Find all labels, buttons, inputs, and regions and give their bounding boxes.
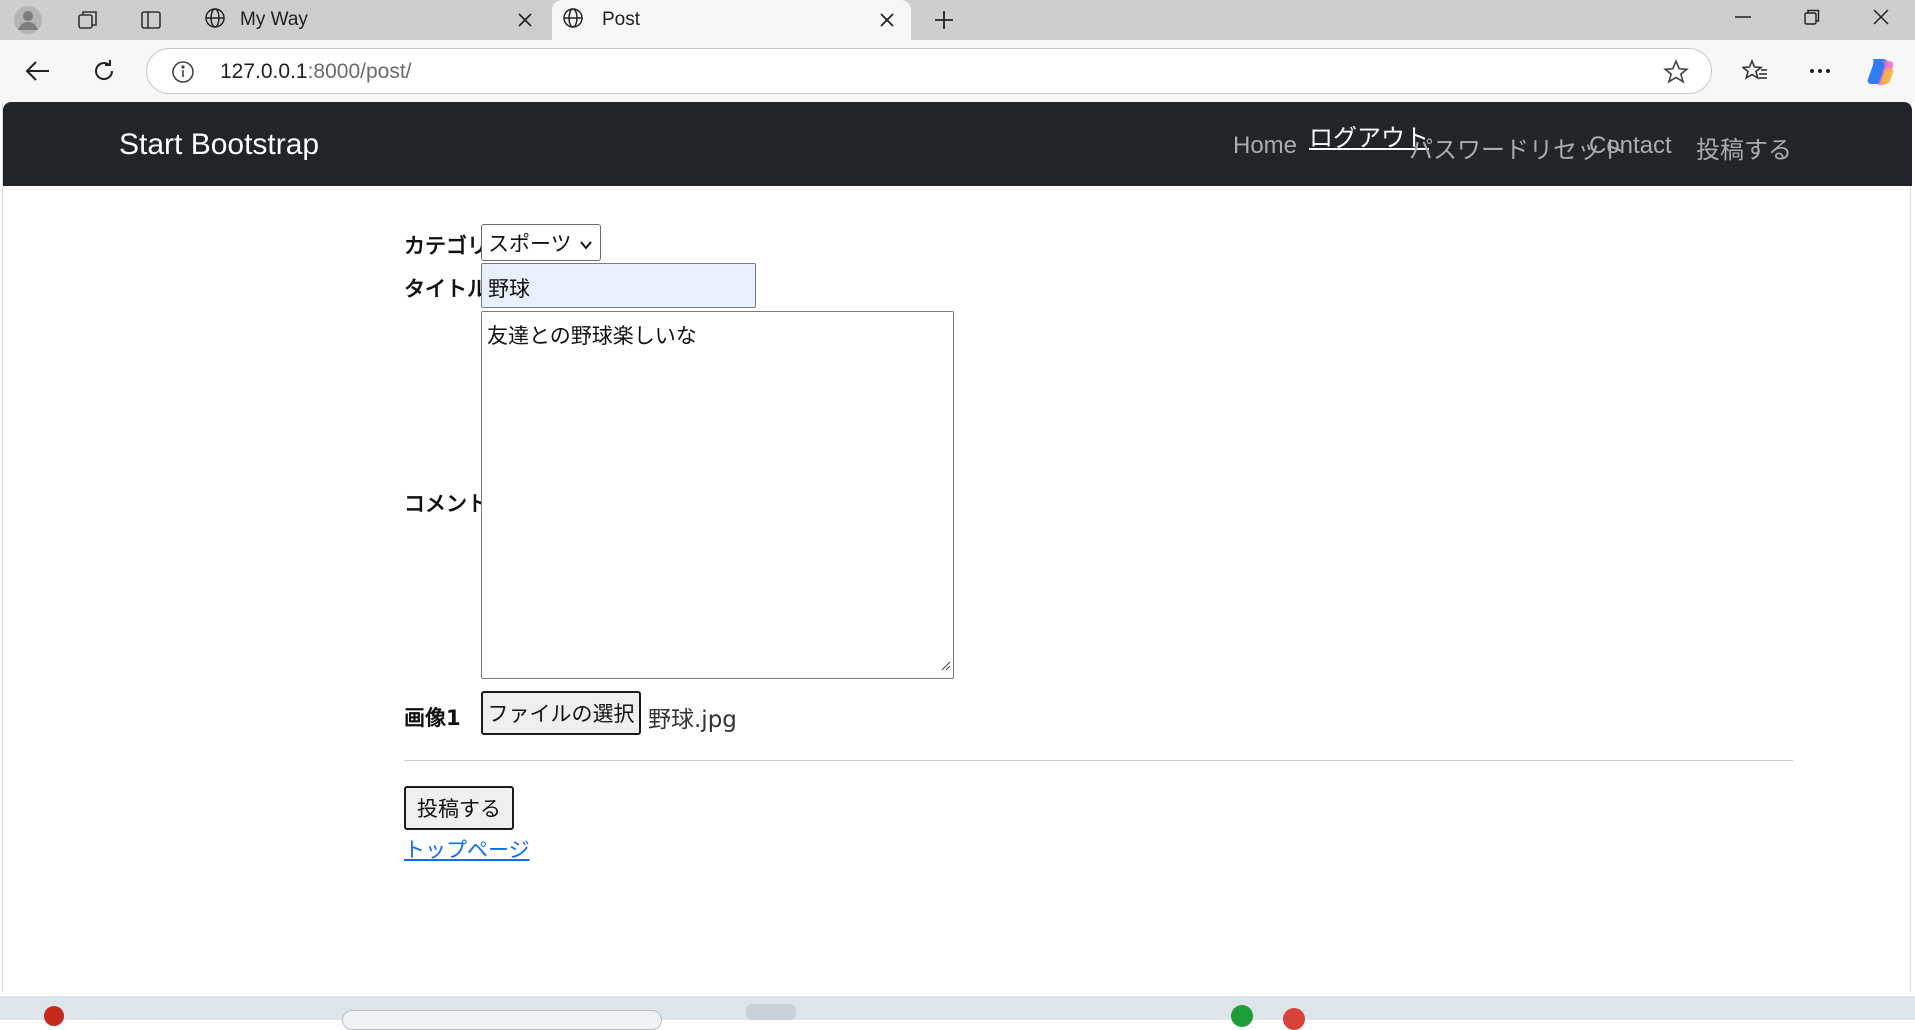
comment-text: 友達との野球楽しいな: [487, 324, 697, 348]
nav-contact[interactable]: Contact: [1589, 132, 1672, 160]
new-tab-icon[interactable]: [928, 4, 960, 36]
site-navbar: Start Bootstrap Home ログアウト パスワードリセット Con…: [3, 102, 1912, 186]
reload-icon[interactable]: [84, 51, 124, 91]
top-page-link[interactable]: トップページ: [404, 834, 530, 864]
os-taskbar: [0, 996, 1915, 1030]
more-menu-icon[interactable]: [1800, 51, 1840, 91]
browser-toolbar: 127.0.0.1:8000/post/: [0, 40, 1915, 102]
favorite-star-icon[interactable]: [1663, 59, 1689, 89]
taskbar-app-icon[interactable]: [1231, 1005, 1253, 1027]
tab-title: My Way: [240, 9, 308, 30]
category-select[interactable]: スポーツ: [481, 224, 601, 261]
chevron-down-icon: [578, 234, 594, 258]
tab-strip: My Way Post: [0, 0, 1915, 40]
title-label: タイトル: [404, 277, 488, 301]
comment-textarea[interactable]: 友達との野球楽しいな: [481, 311, 954, 679]
title-input[interactable]: 野球: [481, 263, 756, 308]
category-label: カテゴリ: [404, 234, 488, 258]
resize-handle-icon[interactable]: [939, 652, 951, 676]
vertical-tabs-icon[interactable]: [135, 4, 167, 36]
globe-icon: [562, 7, 584, 33]
page-viewport: Start Bootstrap Home ログアウト パスワードリセット Con…: [2, 102, 1912, 992]
restore-icon[interactable]: [1778, 0, 1846, 34]
selected-file-name: 野球.jpg: [648, 707, 737, 733]
site-brand[interactable]: Start Bootstrap: [119, 128, 319, 162]
choose-file-button[interactable]: ファイルの選択: [481, 691, 641, 735]
close-tab-icon[interactable]: [875, 8, 899, 32]
profile-avatar-icon[interactable]: [12, 4, 44, 36]
back-arrow-icon[interactable]: [18, 51, 58, 91]
comment-label: コメント: [404, 492, 488, 516]
tab-title: Post: [602, 9, 641, 30]
image-label: 画像1: [404, 706, 461, 730]
category-selected-value: スポーツ: [488, 231, 572, 256]
address-bar[interactable]: 127.0.0.1:8000/post/: [146, 48, 1712, 94]
favorites-icon[interactable]: [1735, 51, 1775, 91]
tab-my-way[interactable]: My Way: [192, 0, 549, 40]
copilot-icon[interactable]: [1861, 51, 1901, 91]
globe-icon: [204, 7, 226, 33]
taskbar-app-icon[interactable]: [1283, 1008, 1305, 1030]
minimize-icon[interactable]: [1709, 0, 1777, 34]
close-tab-icon[interactable]: [513, 8, 537, 32]
url-text: 127.0.0.1:8000/post/: [220, 60, 412, 83]
divider: [404, 760, 1793, 761]
tab-post[interactable]: Post: [552, 0, 911, 40]
notification-badge-icon[interactable]: [44, 1006, 64, 1026]
taskbar-app-icon[interactable]: [746, 1004, 796, 1020]
close-window-icon[interactable]: [1847, 0, 1915, 34]
site-info-icon[interactable]: [171, 60, 195, 88]
workspaces-icon[interactable]: [72, 4, 104, 36]
submit-post-button[interactable]: 投稿する: [404, 786, 514, 830]
taskbar-search-box[interactable]: [342, 1010, 662, 1030]
nav-home[interactable]: Home: [1233, 132, 1297, 160]
nav-post[interactable]: 投稿する: [1696, 130, 1792, 165]
